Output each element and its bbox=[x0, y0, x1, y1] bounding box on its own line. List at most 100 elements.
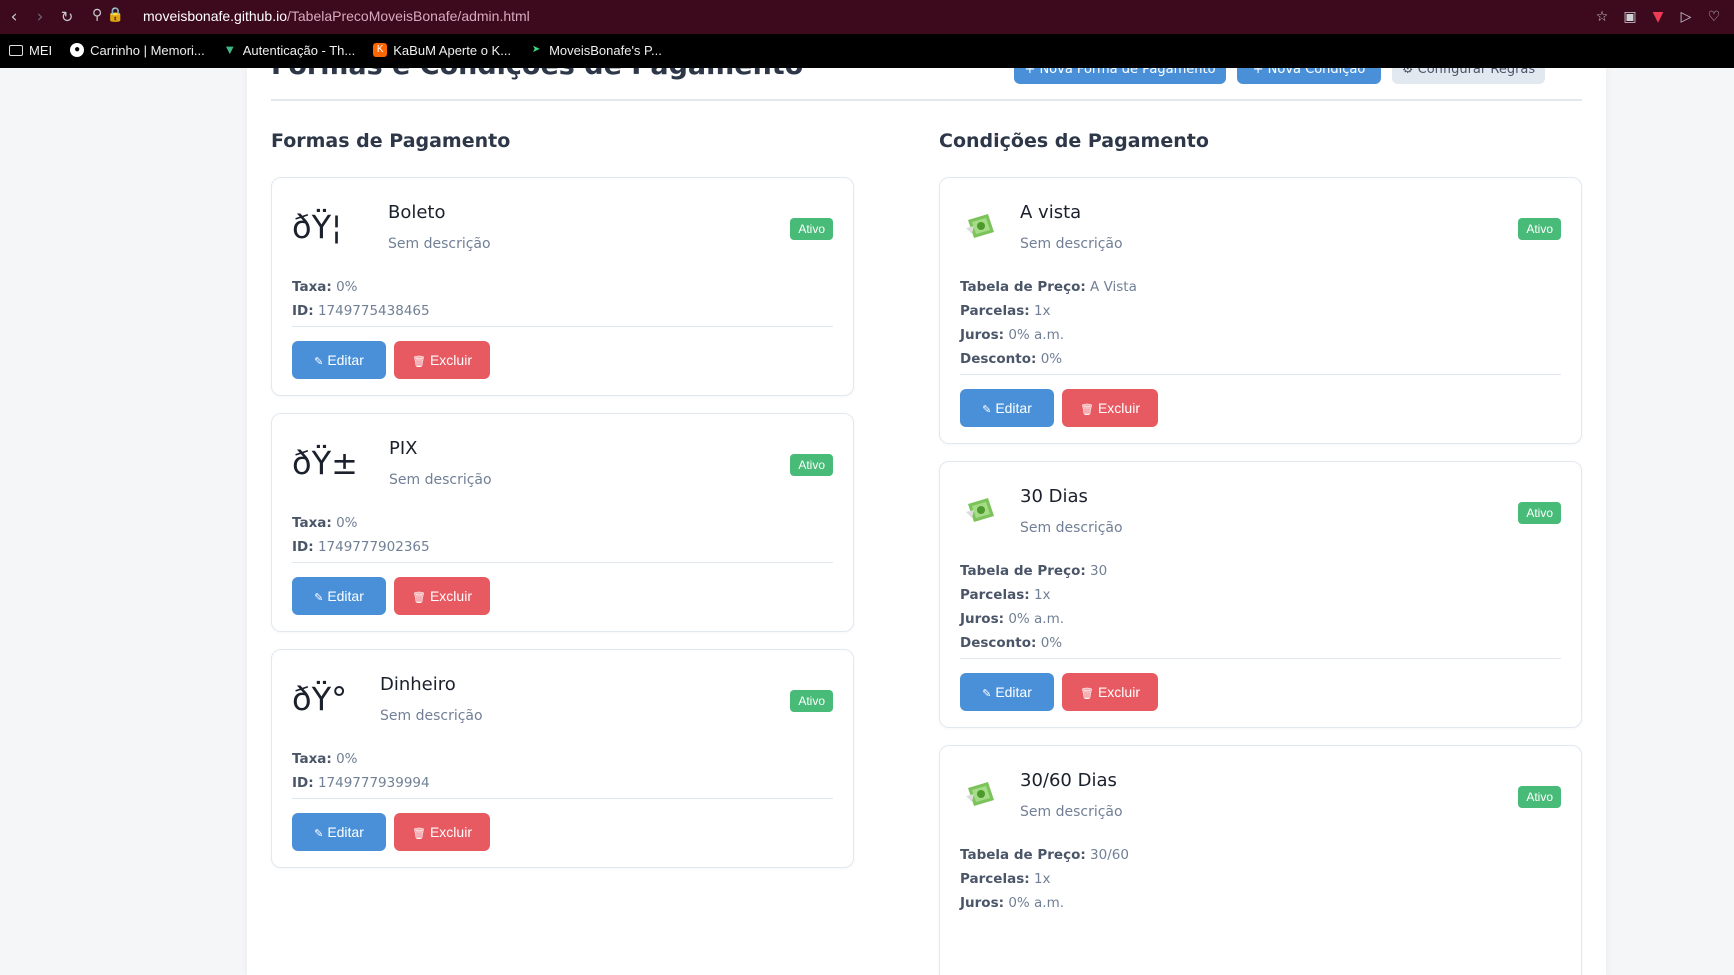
payment-method-description: Sem descrição bbox=[380, 708, 483, 724]
status-badge: Ativo bbox=[790, 218, 833, 240]
divider bbox=[292, 562, 833, 563]
price-table-row: Tabela de Preço: A Vista bbox=[960, 279, 1137, 295]
bank-icon: ðŸ¦ bbox=[292, 208, 342, 246]
money-with-wings-icon bbox=[966, 782, 994, 806]
section-header: Formas e Condições de Pagamento + Nova F… bbox=[271, 68, 1582, 101]
interest-row: Juros: 0% a.m. bbox=[960, 895, 1065, 911]
delete-button[interactable]: 🗑 Excluir bbox=[394, 813, 490, 851]
trash-icon: 🗑 bbox=[412, 828, 426, 840]
new-condition-button[interactable]: + Nova Condição bbox=[1237, 68, 1381, 84]
bookmark-moveisbonafe[interactable]: ➤ MoveisBonafe's P... bbox=[520, 43, 671, 58]
bookmark-autenticacao[interactable]: ▼ Autenticação - Th... bbox=[214, 43, 365, 58]
payment-condition-card: 30/60 Dias Sem descrição Ativo Tabela de… bbox=[939, 745, 1582, 975]
delete-button[interactable]: 🗑 Excluir bbox=[1062, 389, 1158, 427]
site-info-icon[interactable]: ⚲ 🔒 bbox=[92, 7, 124, 27]
fee-row: Taxa: 0% bbox=[292, 515, 358, 531]
divider bbox=[960, 658, 1561, 659]
money-with-wings-icon bbox=[966, 498, 994, 522]
interest-row: Juros: 0% a.m. bbox=[960, 611, 1065, 627]
edit-button[interactable]: ✎ Editar bbox=[292, 341, 386, 379]
payment-method-description: Sem descrição bbox=[389, 472, 492, 488]
payment-method-description: Sem descrição bbox=[388, 236, 491, 252]
mobile-phone-icon: ðŸ± bbox=[292, 444, 358, 482]
money-with-wings-icon bbox=[966, 214, 994, 238]
delete-button[interactable]: 🗑 Excluir bbox=[394, 577, 490, 615]
fee-row: Taxa: 0% bbox=[292, 751, 358, 767]
pencil-icon: ✎ bbox=[982, 404, 992, 416]
discount-row: Desconto: 0% bbox=[960, 351, 1063, 367]
payment-method-card: ðŸ¦ Boleto Sem descrição Ativo Taxa: 0% … bbox=[271, 177, 854, 396]
edit-button[interactable]: ✎ Editar bbox=[292, 577, 386, 615]
bookmark-star-icon[interactable]: ☆ bbox=[1592, 7, 1612, 27]
edit-button[interactable]: ✎ Editar bbox=[292, 813, 386, 851]
pencil-icon: ✎ bbox=[314, 356, 324, 368]
payment-condition-description: Sem descrição bbox=[1020, 236, 1123, 252]
price-table-row: Tabela de Preço: 30 bbox=[960, 563, 1108, 579]
status-badge: Ativo bbox=[790, 690, 833, 712]
trash-icon: 🗑 bbox=[1080, 404, 1094, 416]
status-badge: Ativo bbox=[1518, 502, 1561, 524]
divider bbox=[292, 798, 833, 799]
payment-conditions-title: Condições de Pagamento bbox=[939, 130, 1209, 152]
payment-condition-card: A vista Sem descrição Ativo Tabela de Pr… bbox=[939, 177, 1582, 444]
pocket-icon[interactable]: ▼ bbox=[1648, 7, 1668, 27]
id-row: ID: 1749777902365 bbox=[292, 539, 430, 555]
bookmark-mei[interactable]: MEI bbox=[0, 43, 61, 58]
folder-icon bbox=[9, 44, 23, 56]
browser-chrome: ‹ › ↻ ⚲ 🔒 moveisbonafe.github.io/TabelaP… bbox=[0, 0, 1734, 68]
payment-condition-name: 30/60 Dias bbox=[1020, 770, 1117, 791]
bolt-icon: ➤ bbox=[531, 44, 541, 55]
installments-row: Parcelas: 1x bbox=[960, 303, 1051, 319]
edit-button[interactable]: ✎ Editar bbox=[960, 673, 1054, 711]
status-badge: Ativo bbox=[790, 454, 833, 476]
back-icon[interactable]: ‹ bbox=[2, 5, 26, 29]
delete-button[interactable]: 🗑 Excluir bbox=[1062, 673, 1158, 711]
payment-methods-title: Formas de Pagamento bbox=[271, 130, 511, 152]
pencil-icon: ✎ bbox=[314, 592, 324, 604]
payment-condition-name: A vista bbox=[1020, 202, 1082, 223]
payment-condition-name: 30 Dias bbox=[1020, 486, 1088, 507]
status-badge: Ativo bbox=[1518, 218, 1561, 240]
payment-method-name: PIX bbox=[389, 438, 418, 459]
installments-row: Parcelas: 1x bbox=[960, 871, 1051, 887]
interest-row: Juros: 0% a.m. bbox=[960, 327, 1065, 343]
bookmark-carrinho[interactable]: ● Carrinho | Memori... bbox=[61, 43, 214, 58]
vue-icon: ▼ bbox=[223, 42, 237, 57]
payment-method-card: ðŸ± PIX Sem descrição Ativo Taxa: 0% ID:… bbox=[271, 413, 854, 632]
trash-icon: 🗑 bbox=[1080, 688, 1094, 700]
payment-condition-description: Sem descrição bbox=[1020, 804, 1123, 820]
payment-method-name: Boleto bbox=[388, 202, 446, 223]
play-icon[interactable]: ▷ bbox=[1676, 7, 1696, 27]
money-bag-icon: ðŸ° bbox=[292, 680, 348, 718]
payment-method-card: ðŸ° Dinheiro Sem descrição Ativo Taxa: 0… bbox=[271, 649, 854, 868]
payment-condition-description: Sem descrição bbox=[1020, 520, 1123, 536]
divider bbox=[960, 374, 1561, 375]
screenshot-icon[interactable]: ▣ bbox=[1620, 7, 1640, 27]
payment-condition-card: 30 Dias Sem descrição Ativo Tabela de Pr… bbox=[939, 461, 1582, 728]
price-table-row: Tabela de Preço: 30/60 bbox=[960, 847, 1129, 863]
site-icon: ● bbox=[70, 43, 85, 57]
configure-rules-button[interactable]: ⚙ Configurar Regras bbox=[1392, 68, 1545, 84]
new-payment-method-button[interactable]: + Nova Forma de Pagamento bbox=[1014, 68, 1226, 84]
divider bbox=[292, 326, 833, 327]
id-row: ID: 1749777939994 bbox=[292, 775, 430, 791]
pencil-icon: ✎ bbox=[314, 828, 324, 840]
heart-icon[interactable]: ♡ bbox=[1704, 7, 1724, 27]
bookmark-kabum[interactable]: K KaBuM Aperte o K... bbox=[364, 43, 520, 58]
bookmarks-bar: MEI ● Carrinho | Memori... ▼ Autenticação … bbox=[0, 38, 671, 62]
reload-icon[interactable]: ↻ bbox=[55, 5, 79, 29]
kabum-icon: K bbox=[373, 43, 388, 57]
url-field[interactable]: moveisbonafe.github.io/TabelaPrecoMoveis… bbox=[143, 8, 530, 24]
fee-row: Taxa: 0% bbox=[292, 279, 358, 295]
admin-page: Formas e Condições de Pagamento + Nova F… bbox=[247, 68, 1606, 975]
trash-icon: 🗑 bbox=[412, 356, 426, 368]
installments-row: Parcelas: 1x bbox=[960, 587, 1051, 603]
forward-icon[interactable]: › bbox=[28, 5, 52, 29]
edit-button[interactable]: ✎ Editar bbox=[960, 389, 1054, 427]
delete-button[interactable]: 🗑 Excluir bbox=[394, 341, 490, 379]
toolbar-icons: ☆ ▣ ▼ ▷ ♡ bbox=[1592, 7, 1724, 27]
id-row: ID: 1749775438465 bbox=[292, 303, 430, 319]
trash-icon: 🗑 bbox=[412, 592, 426, 604]
page-title: Formas e Condições de Pagamento bbox=[271, 68, 803, 81]
status-badge: Ativo bbox=[1518, 786, 1561, 808]
